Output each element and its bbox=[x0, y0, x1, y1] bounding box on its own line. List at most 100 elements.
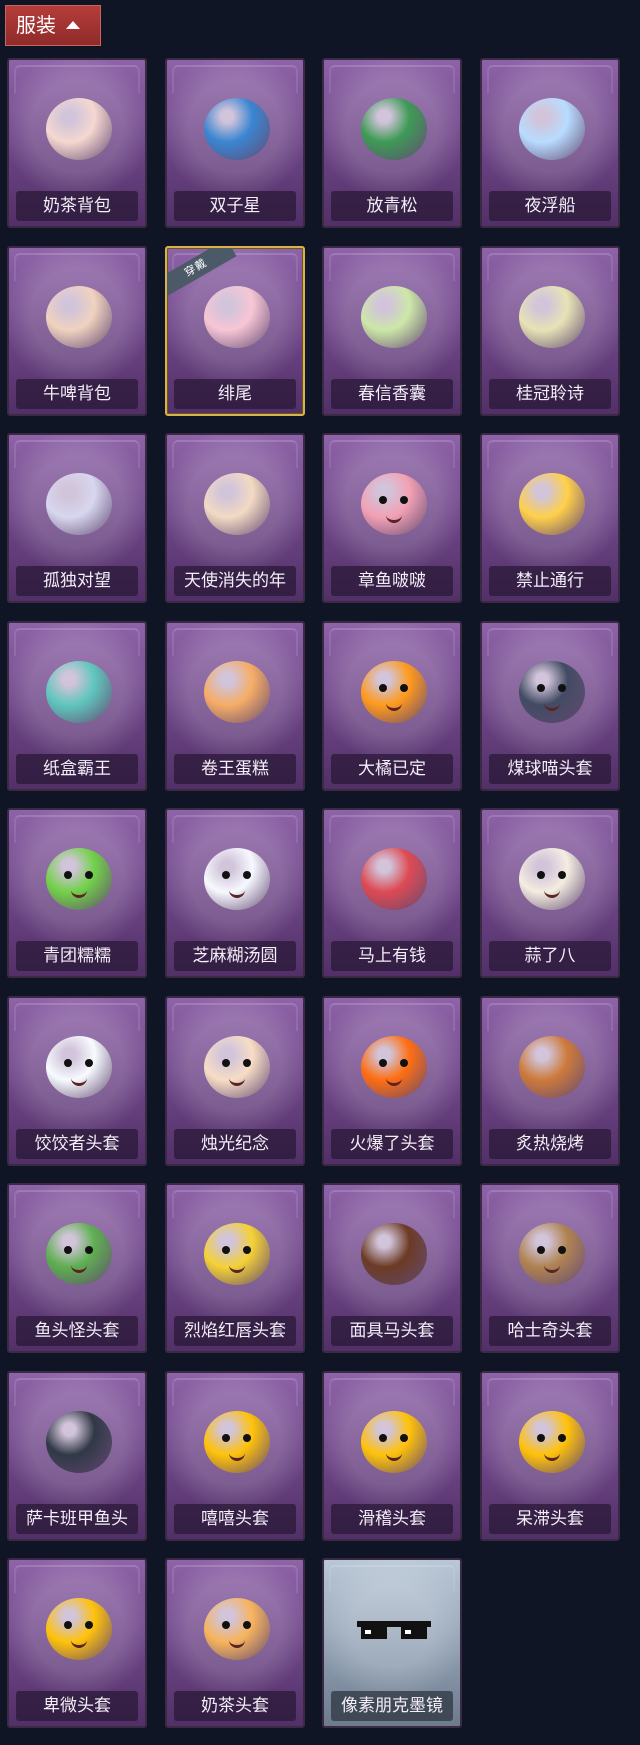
item-eye bbox=[558, 684, 566, 692]
pine-bonsai-icon bbox=[344, 78, 444, 178]
garlic-icon bbox=[502, 828, 602, 928]
item-body bbox=[204, 661, 270, 723]
outfit-card-rice-dumpling[interactable]: 芝麻糊汤圆 bbox=[165, 808, 305, 978]
outfit-card-twin-stars[interactable]: 双子星 bbox=[165, 58, 305, 228]
box-dino-icon bbox=[29, 641, 129, 741]
outfit-card-green-rice-ball[interactable]: 青团糯糯 bbox=[7, 808, 147, 978]
outfit-card-husky-head[interactable]: 哈士奇头套 bbox=[480, 1183, 620, 1353]
outfit-card-grilled-meat[interactable]: 炙热烧烤 bbox=[480, 996, 620, 1166]
outfit-card-jellyfish[interactable]: 夜浮船 bbox=[480, 58, 620, 228]
item-eye bbox=[379, 684, 387, 692]
outfit-card-angel-charm[interactable]: 天使消失的年 bbox=[165, 433, 305, 603]
item-eye bbox=[222, 1059, 230, 1067]
item-eye bbox=[85, 871, 93, 879]
orange-face-icon bbox=[344, 641, 444, 741]
outfit-card-box-dino[interactable]: 纸盒霸王 bbox=[7, 621, 147, 791]
humble-emoji-icon bbox=[29, 1578, 129, 1678]
item-eye bbox=[243, 1434, 251, 1442]
outfit-card-milk-tea-backpack[interactable]: 奶茶背包 bbox=[7, 58, 147, 228]
item-eye bbox=[537, 871, 545, 879]
item-eye bbox=[243, 1621, 251, 1629]
item-eye bbox=[222, 1246, 230, 1254]
rice-dumpling-icon bbox=[187, 828, 287, 928]
outfit-card-garlic[interactable]: 蒜了八 bbox=[480, 808, 620, 978]
item-eye bbox=[85, 1621, 93, 1629]
item-body bbox=[46, 1411, 112, 1473]
outfit-card-fire-head[interactable]: 火爆了头套 bbox=[322, 996, 462, 1166]
outfit-card-label: 呆滞头套 bbox=[489, 1504, 611, 1534]
outfit-card-pikachu-head[interactable]: 烈焰红唇头套 bbox=[165, 1183, 305, 1353]
outfit-card-stunned-emoji[interactable]: 呆滞头套 bbox=[480, 1371, 620, 1541]
outfit-card-lonely-gaze-charm[interactable]: 孤独对望 bbox=[7, 433, 147, 603]
outfit-card-milk-tea-head[interactable]: 奶茶头套 bbox=[165, 1558, 305, 1728]
angel-charm-icon bbox=[187, 453, 287, 553]
outfit-card-fox-girl-charm[interactable]: 穿戴 绯尾 bbox=[165, 246, 305, 416]
outfit-card-orange-face[interactable]: 大橘已定 bbox=[322, 621, 462, 791]
item-eye bbox=[222, 871, 230, 879]
fire-head-icon bbox=[344, 1016, 444, 1116]
outfit-card-fish-head[interactable]: 鱼头怪头套 bbox=[7, 1183, 147, 1353]
outfit-card-red-horse[interactable]: 马上有钱 bbox=[322, 808, 462, 978]
outfit-card-cow-barrel[interactable]: 牛啤背包 bbox=[7, 246, 147, 416]
item-body bbox=[204, 848, 270, 910]
item-eye bbox=[379, 496, 387, 504]
outfit-card-pixel-sunglasses[interactable]: 像素朋克墨镜 bbox=[322, 1558, 462, 1728]
outfit-card-black-cat-head[interactable]: 煤球喵头套 bbox=[480, 621, 620, 791]
item-body bbox=[46, 286, 112, 348]
item-body bbox=[46, 1036, 112, 1098]
outfit-card-label: 放青松 bbox=[331, 191, 453, 221]
item-body bbox=[46, 848, 112, 910]
item-eye bbox=[400, 496, 408, 504]
outfit-card-roll-cake[interactable]: 卷王蛋糕 bbox=[165, 621, 305, 791]
item-eye bbox=[243, 1059, 251, 1067]
item-body bbox=[361, 848, 427, 910]
item-body bbox=[204, 286, 270, 348]
outfit-card-sachet[interactable]: 春信香囊 bbox=[322, 246, 462, 416]
item-body bbox=[361, 1411, 427, 1473]
outfit-card-funny-emoji[interactable]: 滑稽头套 bbox=[322, 1371, 462, 1541]
outfit-card-grinning-emoji[interactable]: 嘻嘻头套 bbox=[165, 1371, 305, 1541]
item-body bbox=[361, 98, 427, 160]
outfit-card-label: 双子星 bbox=[174, 191, 296, 221]
fox-girl-charm-icon bbox=[187, 266, 287, 366]
item-eye bbox=[64, 871, 72, 879]
outfit-card-dumpling-head[interactable]: 饺饺者头套 bbox=[7, 996, 147, 1166]
black-cat-head-icon bbox=[502, 641, 602, 741]
outfit-card-label: 饺饺者头套 bbox=[16, 1129, 138, 1159]
outfit-card-label: 马上有钱 bbox=[331, 941, 453, 971]
item-body bbox=[46, 661, 112, 723]
outfit-card-pine-bonsai[interactable]: 放青松 bbox=[322, 58, 462, 228]
red-horse-icon bbox=[344, 828, 444, 928]
item-body bbox=[519, 661, 585, 723]
item-body bbox=[204, 1598, 270, 1660]
outfit-card-horse-mask[interactable]: 面具马头套 bbox=[322, 1183, 462, 1353]
outfit-card-laurel-fairy[interactable]: 桂冠聆诗 bbox=[480, 246, 620, 416]
item-eye bbox=[85, 1059, 93, 1067]
item-body bbox=[46, 98, 112, 160]
outfit-card-label: 烛光纪念 bbox=[174, 1129, 296, 1159]
item-body bbox=[361, 661, 427, 723]
outfit-card-label: 烈焰红唇头套 bbox=[174, 1316, 296, 1346]
item-eye bbox=[64, 1246, 72, 1254]
item-body bbox=[519, 1223, 585, 1285]
item-eye bbox=[537, 1434, 545, 1442]
outfit-card-label: 滑稽头套 bbox=[331, 1504, 453, 1534]
item-body bbox=[46, 473, 112, 535]
outfit-card-octopus[interactable]: 章鱼啵啵 bbox=[322, 433, 462, 603]
item-body bbox=[361, 1223, 427, 1285]
octopus-icon bbox=[344, 453, 444, 553]
outfit-card-label: 奶茶头套 bbox=[174, 1691, 296, 1721]
milk-tea-head-icon bbox=[187, 1578, 287, 1678]
outfit-card-humble-emoji[interactable]: 卑微头套 bbox=[7, 1558, 147, 1728]
item-body bbox=[204, 1036, 270, 1098]
item-body bbox=[519, 1036, 585, 1098]
grinning-emoji-icon bbox=[187, 1391, 287, 1491]
outfit-card-sacabambaspis[interactable]: 萨卡班甲鱼头 bbox=[7, 1371, 147, 1541]
green-rice-ball-icon bbox=[29, 828, 129, 928]
outfit-card-traffic-cone[interactable]: 禁止通行 bbox=[480, 433, 620, 603]
outfit-card-label: 炙热烧烤 bbox=[489, 1129, 611, 1159]
item-body bbox=[519, 848, 585, 910]
item-eye bbox=[85, 1246, 93, 1254]
outfit-card-candle[interactable]: 烛光纪念 bbox=[165, 996, 305, 1166]
pixel-sunglasses-icon bbox=[344, 1578, 444, 1678]
